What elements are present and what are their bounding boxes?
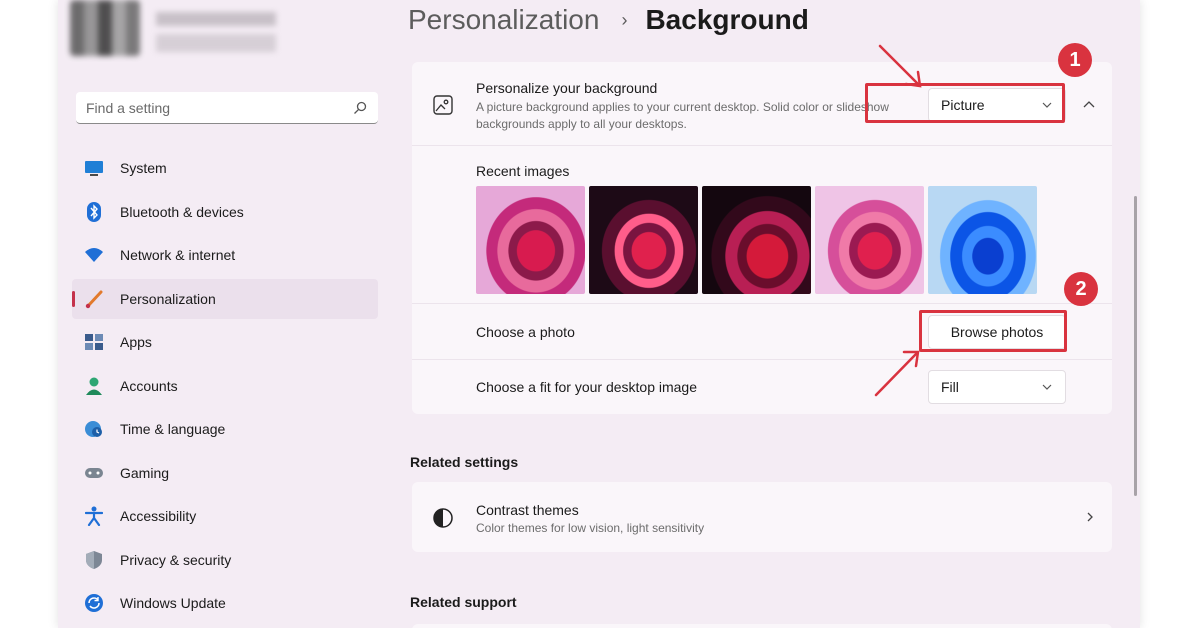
avatar[interactable] <box>70 0 140 56</box>
sidebar-item-accounts[interactable]: Accounts <box>72 366 378 406</box>
recent-image-thumbnail[interactable] <box>702 186 811 294</box>
sidebar-item-label: Apps <box>120 334 152 350</box>
recent-image-thumbnail[interactable] <box>928 186 1037 294</box>
recent-images-list <box>476 186 1037 294</box>
personalize-text: Personalize your background A picture ba… <box>476 80 896 133</box>
sidebar-item-label: Personalization <box>120 290 216 307</box>
apps-icon <box>84 332 104 352</box>
chevron-up-icon[interactable] <box>1082 98 1096 112</box>
annotation-highlight-browse <box>919 310 1067 352</box>
sidebar-item-gaming[interactable]: Gaming <box>72 453 378 493</box>
scrollbar[interactable] <box>1134 196 1137 496</box>
contrast-icon <box>433 508 453 528</box>
annotation-badge-1: 1 <box>1058 43 1092 77</box>
recent-image-thumbnail[interactable] <box>815 186 924 294</box>
sidebar-item-accessibility[interactable]: Accessibility <box>72 496 378 536</box>
sidebar-item-label: Privacy & security <box>120 551 232 568</box>
sidebar-item-label: Time & language <box>120 421 226 437</box>
sidebar-item-bluetooth[interactable]: Bluetooth & devices <box>72 192 378 232</box>
recent-images-row: Recent images <box>412 146 1112 304</box>
search-input[interactable] <box>86 99 352 116</box>
contrast-description: Color themes for low vision, light sensi… <box>476 521 705 535</box>
annotation-badge-2: 2 <box>1064 272 1098 306</box>
sidebar-item-label: Bluetooth & devices <box>120 203 244 220</box>
sidebar-item-label: Windows Update <box>120 595 226 611</box>
sidebar-item-privacy[interactable]: Privacy & security <box>72 540 378 580</box>
gamepad-icon <box>84 463 104 483</box>
recent-image-thumbnail[interactable] <box>476 186 585 294</box>
recent-image-thumbnail[interactable] <box>589 186 698 294</box>
choose-photo-label: Choose a photo <box>476 324 575 340</box>
sidebar-item-system[interactable]: System <box>72 148 378 188</box>
desktop-fit-label: Choose a fit for your desktop image <box>476 379 698 395</box>
related-support-heading: Related support <box>410 594 517 610</box>
breadcrumb-separator: › <box>621 9 628 30</box>
search-box[interactable] <box>76 92 378 124</box>
sidebar-item-label: Network & internet <box>120 247 236 263</box>
bluetooth-icon <box>84 201 104 222</box>
personalize-title: Personalize your background <box>476 80 658 96</box>
monitor-icon <box>84 158 104 178</box>
contrast-title: Contrast themes <box>476 502 579 518</box>
annotation-highlight-dropdown <box>865 83 1065 123</box>
sidebar-item-personalization[interactable]: Personalization <box>72 278 378 319</box>
sidebar-item-windows-update[interactable]: Windows Update <box>72 583 378 623</box>
wifi-icon <box>84 245 104 265</box>
related-settings-heading: Related settings <box>410 454 519 470</box>
contrast-text: Contrast themes Color themes for low vis… <box>476 502 704 537</box>
chevron-down-icon <box>1042 384 1052 390</box>
brush-icon <box>84 289 104 309</box>
sidebar-item-apps[interactable]: Apps <box>72 322 378 362</box>
sidebar-item-network[interactable]: Network & internet <box>72 235 378 275</box>
fit-value: Fill <box>941 379 959 395</box>
sidebar: System Bluetooth & devices Network & int… <box>58 0 388 628</box>
person-icon <box>84 376 104 396</box>
globe-clock-icon <box>84 419 104 439</box>
sidebar-item-label: Accounts <box>120 377 178 394</box>
contrast-themes-card[interactable]: Contrast themes Color themes for low vis… <box>412 482 1112 552</box>
update-icon <box>84 593 104 613</box>
breadcrumb: Personalization › Background <box>408 0 809 40</box>
recent-images-label: Recent images <box>476 163 570 179</box>
sidebar-item-label: Accessibility <box>120 508 197 524</box>
desktop-fit-row: Choose a fit for your desktop image Fill <box>412 360 1112 414</box>
personalize-description: A picture background applies to your cur… <box>476 100 889 131</box>
shield-icon <box>84 550 104 570</box>
sidebar-item-label: Gaming <box>120 464 170 481</box>
breadcrumb-parent[interactable]: Personalization <box>408 4 599 36</box>
sidebar-item-label: System <box>120 160 167 176</box>
related-support-card[interactable] <box>412 624 1112 628</box>
image-icon <box>433 95 453 115</box>
user-name-blurred <box>156 12 276 52</box>
sidebar-item-time-language[interactable]: Time & language <box>72 409 378 449</box>
accessibility-icon <box>84 506 104 526</box>
fit-dropdown[interactable]: Fill <box>928 370 1066 404</box>
search-icon[interactable] <box>352 100 368 116</box>
sidebar-nav: System Bluetooth & devices Network & int… <box>72 148 378 627</box>
chevron-right-icon <box>1087 512 1093 522</box>
page-title: Background <box>645 4 809 35</box>
